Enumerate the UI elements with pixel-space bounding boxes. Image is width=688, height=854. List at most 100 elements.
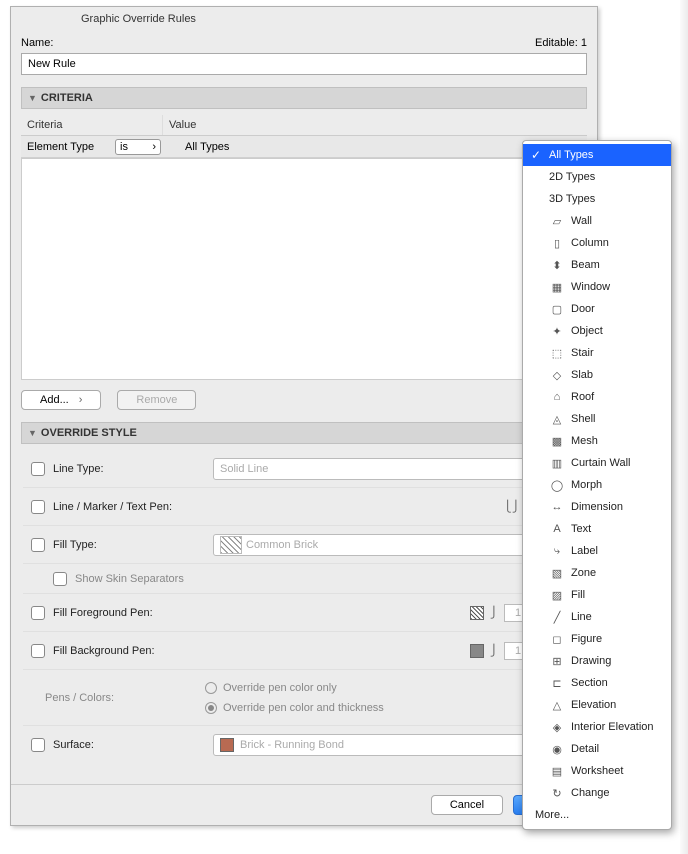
column-icon: ▯ <box>549 237 565 250</box>
popup-item-wall[interactable]: ▱Wall <box>523 210 671 232</box>
fill-fg-checkbox[interactable] <box>31 606 45 620</box>
criteria-op-select[interactable]: is › <box>115 139 161 155</box>
criteria-op-value: is <box>120 141 128 153</box>
criteria-col-header-1: Criteria <box>21 115 163 135</box>
remove-criteria-label: Remove <box>136 394 177 406</box>
popup-item-label: Section <box>571 677 608 689</box>
criteria-row[interactable]: Element Type is › All Types › <box>21 136 587 158</box>
fill-bg-checkbox[interactable] <box>31 644 45 658</box>
pens-colors-label: Pens / Colors: <box>45 692 205 704</box>
popup-item-beam[interactable]: ⬍Beam <box>523 254 671 276</box>
popup-item-label: Interior Elevation <box>571 721 654 733</box>
popup-item-column[interactable]: ▯ Column <box>523 232 671 254</box>
popup-item-object[interactable]: ✦Object <box>523 320 671 342</box>
popup-item-label: Roof <box>571 391 594 403</box>
override-section-header[interactable]: ▼ OVERRIDE STYLE <box>21 422 587 444</box>
fg-hatch-icon <box>470 606 484 620</box>
popup-item-3d-types[interactable]: 3D Types <box>523 188 671 210</box>
popup-item-slab[interactable]: ◇Slab <box>523 364 671 386</box>
popup-item-stair[interactable]: ⬚Stair <box>523 342 671 364</box>
surface-preview-swatch <box>220 738 234 752</box>
surface-dropdown[interactable]: Brick - Running Bond › <box>213 734 569 756</box>
popup-item-label[interactable]: ⤷Label <box>523 540 671 562</box>
radio-icon <box>205 682 217 694</box>
pen-icon: ⎭ <box>490 644 498 657</box>
skin-sep-checkbox[interactable] <box>53 572 67 586</box>
radio-color-thickness[interactable]: Override pen color and thickness <box>205 702 384 714</box>
popup-item-2d-types[interactable]: 2D Types <box>523 166 671 188</box>
popup-item-dimension[interactable]: ↔Dimension <box>523 496 671 518</box>
criteria-section-label: CRITERIA <box>41 92 93 104</box>
disclosure-triangle-icon: ▼ <box>28 428 37 438</box>
criteria-value-label: All Types <box>161 141 565 153</box>
override-style-body: Line Type: Solid Line › Line / Marker / … <box>21 444 587 770</box>
popup-item-line[interactable]: ╱Line <box>523 606 671 628</box>
worksheet-icon: ▤ <box>549 765 565 778</box>
window-title: Graphic Override Rules <box>11 7 597 31</box>
popup-item-mesh[interactable]: ▩Mesh <box>523 430 671 452</box>
popup-item-window[interactable]: ▦Window <box>523 276 671 298</box>
popup-item-label: Zone <box>571 567 596 579</box>
popup-item-roof[interactable]: ⌂Roof <box>523 386 671 408</box>
popup-item-elevation[interactable]: △Elevation <box>523 694 671 716</box>
check-icon: ✓ <box>531 148 541 162</box>
radio-icon <box>205 702 217 714</box>
popup-item-curtain-wall[interactable]: ▥Curtain Wall <box>523 452 671 474</box>
popup-item-label: Mesh <box>571 435 598 447</box>
add-criteria-button[interactable]: Add... › <box>21 390 101 410</box>
fill-bg-row: Fill Background Pen: ⎭ 1 ⊘ <box>23 632 585 670</box>
cancel-button[interactable]: Cancel <box>431 795 503 815</box>
fill-type-dropdown[interactable]: Common Brick › <box>213 534 569 556</box>
criteria-header-row: Criteria Value <box>21 115 587 136</box>
radio-color-thickness-label: Override pen color and thickness <box>223 702 384 714</box>
popup-item-shell[interactable]: ◬Shell <box>523 408 671 430</box>
chevron-right-icon: › <box>79 394 83 406</box>
popup-item-detail[interactable]: ◉Detail <box>523 738 671 760</box>
door-icon: ▢ <box>549 303 565 316</box>
popup-item-door[interactable]: ▢ Door <box>523 298 671 320</box>
popup-item-worksheet[interactable]: ▤Worksheet <box>523 760 671 782</box>
line-type-label: Line Type: <box>53 463 213 475</box>
line-type-checkbox[interactable] <box>31 462 45 476</box>
popup-item-text[interactable]: AText <box>523 518 671 540</box>
line-pen-label: Line / Marker / Text Pen: <box>53 501 213 513</box>
popup-item-change[interactable]: ↻Change <box>523 782 671 804</box>
add-criteria-label: Add... <box>40 394 69 406</box>
popup-item-interior-elevation[interactable]: ◈Interior Elevation <box>523 716 671 738</box>
beam-icon: ⬍ <box>549 259 565 272</box>
object-icon: ✦ <box>549 325 565 338</box>
stair-icon: ⬚ <box>549 347 565 360</box>
popup-item-more[interactable]: More... <box>523 804 671 826</box>
dimension-icon: ↔ <box>549 501 565 513</box>
popup-item-morph[interactable]: ◯Morph <box>523 474 671 496</box>
popup-item-figure[interactable]: ◻Figure <box>523 628 671 650</box>
name-label: Name: <box>21 37 53 49</box>
popup-item-zone[interactable]: ▧Zone <box>523 562 671 584</box>
popup-item-fill[interactable]: ▨Fill <box>523 584 671 606</box>
line-pen-checkbox[interactable] <box>31 500 45 514</box>
criteria-list-area <box>21 158 587 380</box>
fill-type-label: Fill Type: <box>53 539 213 551</box>
popup-item-drawing[interactable]: ⊞Drawing <box>523 650 671 672</box>
dialog-body: Name: Editable: 1 ▼ CRITERIA Criteria Va… <box>11 31 597 780</box>
torn-edge-decoration <box>680 0 688 854</box>
fill-type-checkbox[interactable] <box>31 538 45 552</box>
criteria-section-header[interactable]: ▼ CRITERIA <box>21 87 587 109</box>
popup-item-all-types[interactable]: ✓ All Types <box>523 144 671 166</box>
pen-icon: ⎭ <box>490 606 498 619</box>
popup-item-label: Door <box>571 303 595 315</box>
surface-checkbox[interactable] <box>31 738 45 752</box>
fill-fg-label: Fill Foreground Pen: <box>53 607 213 619</box>
radio-color-only[interactable]: Override pen color only <box>205 682 384 694</box>
popup-item-label: Fill <box>571 589 585 601</box>
popup-item-label: Morph <box>571 479 602 491</box>
popup-item-label: Text <box>571 523 591 535</box>
name-input[interactable] <box>21 53 587 75</box>
popup-item-section[interactable]: ⊏Section <box>523 672 671 694</box>
popup-item-label: Column <box>571 237 609 249</box>
remove-criteria-button[interactable]: Remove <box>117 390 196 410</box>
popup-item-label: Drawing <box>571 655 611 667</box>
pens-colors-radio-group: Override pen color only Override pen col… <box>205 676 384 720</box>
fill-type-row: Fill Type: Common Brick › ⊘ <box>23 526 585 564</box>
figure-icon: ◻ <box>549 633 565 646</box>
